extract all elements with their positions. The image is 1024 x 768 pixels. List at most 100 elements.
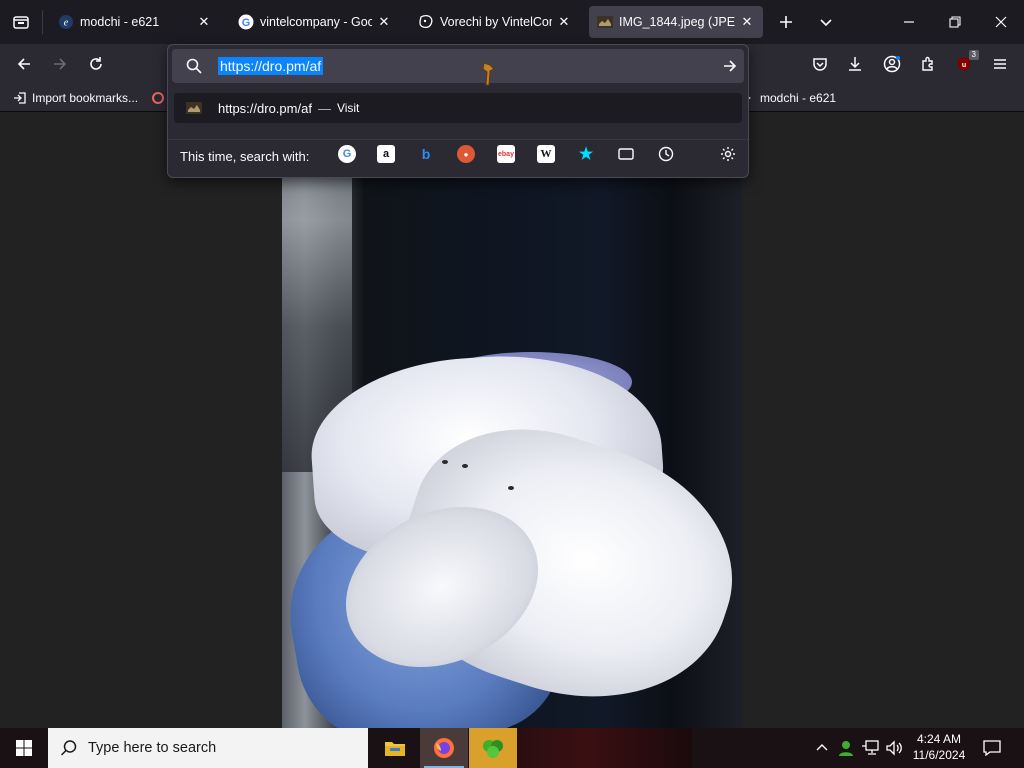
- url-text[interactable]: https://dro.pm/af: [218, 57, 324, 75]
- app-icon: [483, 740, 503, 758]
- taskbar-search[interactable]: Type here to search: [48, 728, 368, 768]
- close-tab-icon[interactable]: ✕: [556, 14, 572, 30]
- back-button[interactable]: [8, 48, 40, 80]
- reload-button[interactable]: [80, 48, 112, 80]
- tab-title: Vorechi by VintelComp: [440, 15, 552, 29]
- clock-date: 11/6/2024: [912, 748, 966, 762]
- ublock-origin-button[interactable]: u 3: [948, 48, 980, 80]
- search-with-label: This time, search with:: [180, 149, 310, 164]
- tab-title: vintelcompany - Googl: [260, 15, 372, 29]
- bookmark-label: modchi - e621: [760, 91, 837, 105]
- pocket-button[interactable]: [804, 48, 836, 80]
- deviantart-icon: [418, 14, 434, 30]
- downloads-button[interactable]: [839, 48, 871, 80]
- puzzle-icon: [922, 56, 933, 71]
- firefox-view-icon: [13, 16, 29, 29]
- bookmarks-icon[interactable]: ★: [577, 145, 595, 163]
- hamburger-menu-icon: [994, 59, 1006, 69]
- search-icon: [60, 740, 77, 756]
- tab-img-1844[interactable]: IMG_1844.jpeg (JPEG Im ✕: [589, 6, 763, 38]
- app-taskbar-button[interactable]: [469, 728, 517, 768]
- svg-text:u: u: [962, 62, 966, 69]
- windows-taskbar: Type here to search 4:24 AM 11/6/2024: [0, 728, 1024, 768]
- windows-icon: [16, 740, 32, 756]
- bookmark-modchi[interactable]: modchi - e621: [740, 89, 836, 107]
- google-icon: G: [238, 14, 254, 30]
- pocket-icon: [813, 58, 827, 71]
- image-speck: [442, 460, 448, 464]
- import-bookmarks-label: Import bookmarks...: [32, 91, 139, 105]
- new-tab-button[interactable]: [770, 6, 802, 38]
- svg-text:e: e: [64, 18, 69, 29]
- taskbar-clock[interactable]: 4:24 AM 11/6/2024: [904, 731, 974, 765]
- image-speck: [462, 464, 468, 468]
- tab-separator: [42, 10, 43, 34]
- firefox-view-button[interactable]: [0, 0, 42, 44]
- close-tab-icon[interactable]: ✕: [739, 14, 755, 30]
- image-icon: [597, 14, 613, 30]
- tab-title: modchi - e621: [80, 15, 160, 29]
- tab-title: IMG_1844.jpeg (JPEG Im: [619, 15, 735, 29]
- bing-icon[interactable]: b: [417, 145, 435, 163]
- close-window-button[interactable]: [978, 0, 1024, 44]
- people-tray-icon[interactable]: [836, 738, 856, 758]
- mouse-cursor-icon: [482, 62, 495, 86]
- firefox-taskbar-button[interactable]: [420, 728, 468, 768]
- duckduckgo-icon[interactable]: ●: [457, 145, 475, 163]
- firefox-icon: [434, 738, 454, 758]
- arrow-left-icon: [17, 58, 30, 70]
- history-icon[interactable]: [657, 145, 675, 163]
- url-input[interactable]: https://dro.pm/af: [172, 49, 744, 86]
- tray-overflow-icon[interactable]: [812, 738, 832, 758]
- jpeg-image: [282, 112, 742, 728]
- reload-icon: [90, 57, 102, 70]
- restore-icon: [949, 16, 961, 28]
- plus-icon: [780, 16, 792, 28]
- suggestion-separator: —: [317, 100, 331, 116]
- e621-icon: e: [58, 14, 74, 30]
- url-suggestion[interactable]: https://dro.pm/af — Visit: [174, 93, 742, 123]
- wikipedia-icon[interactable]: W: [537, 145, 555, 163]
- urlbar-dropdown: https://dro.pm/af https://dro.pm/af — Vi…: [167, 44, 750, 178]
- chevron-down-icon: [820, 19, 832, 27]
- forward-button[interactable]: [44, 48, 76, 80]
- go-arrow-icon[interactable]: [722, 58, 738, 74]
- minimize-icon: [904, 21, 914, 23]
- app-menu-button[interactable]: [984, 48, 1016, 80]
- tab-vintelcompany[interactable]: G vintelcompany - Googl ✕: [230, 6, 400, 38]
- image-icon: [186, 102, 202, 114]
- import-bookmarks-button[interactable]: Import bookmarks...: [12, 89, 138, 107]
- account-button[interactable]: [876, 48, 908, 80]
- ebay-icon[interactable]: ebay: [497, 145, 515, 163]
- google-icon[interactable]: G: [338, 145, 356, 163]
- suggestion-url: https://dro.pm/af: [218, 100, 312, 116]
- download-icon: [849, 57, 861, 71]
- network-icon[interactable]: [860, 738, 880, 758]
- extensions-button[interactable]: [912, 48, 944, 80]
- amazon-icon[interactable]: a: [377, 145, 395, 163]
- bookmark-favicon-icon: [150, 90, 166, 106]
- restore-button[interactable]: [932, 0, 978, 44]
- taskbar-search-placeholder: Type here to search: [88, 740, 217, 756]
- tab-vorechi[interactable]: Vorechi by VintelComp ✕: [410, 6, 580, 38]
- svg-text:G: G: [242, 17, 251, 29]
- settings-icon[interactable]: [719, 145, 737, 163]
- account-icon: [883, 55, 901, 73]
- taskbar-wallpaper-strip: [517, 728, 692, 768]
- close-icon: [995, 16, 1007, 28]
- close-tab-icon[interactable]: ✕: [196, 14, 212, 30]
- search-icon: [186, 58, 202, 74]
- file-explorer-taskbar-button[interactable]: [371, 728, 419, 768]
- close-tab-icon[interactable]: ✕: [376, 14, 392, 30]
- minimize-button[interactable]: [886, 0, 932, 44]
- ublock-badge: 3: [968, 50, 979, 60]
- notifications-icon[interactable]: [982, 738, 1002, 758]
- volume-icon[interactable]: [884, 738, 904, 758]
- start-button[interactable]: [0, 728, 48, 768]
- tabs-icon[interactable]: [617, 145, 635, 163]
- clock-time: 4:24 AM: [916, 732, 962, 746]
- arrow-right-icon: [54, 58, 67, 70]
- tab-modchi[interactable]: e modchi - e621 ✕: [50, 6, 220, 38]
- image-speck: [508, 486, 514, 490]
- list-all-tabs-button[interactable]: [810, 6, 842, 38]
